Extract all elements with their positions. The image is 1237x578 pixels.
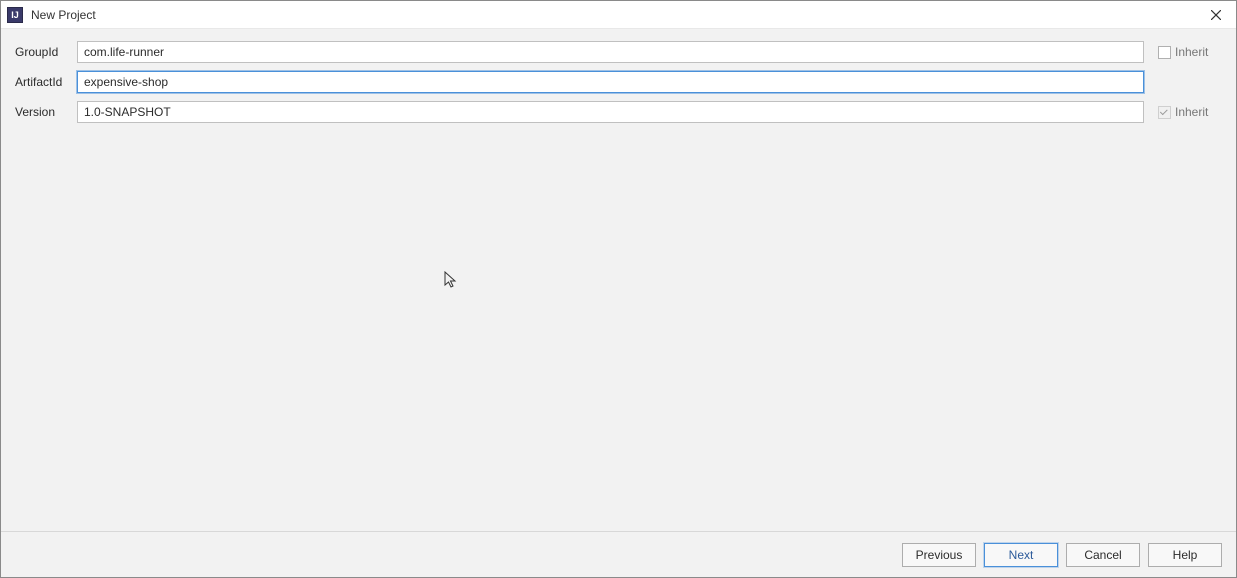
version-row: Version Inherit [15,101,1222,123]
groupid-row: GroupId Inherit [15,41,1222,63]
title-bar: IJ New Project [1,1,1236,29]
groupid-input[interactable] [77,41,1144,63]
version-inherit: Inherit [1158,105,1222,119]
version-input[interactable] [77,101,1144,123]
groupid-inherit-checkbox[interactable] [1158,46,1171,59]
button-bar: Previous Next Cancel Help [1,531,1236,577]
version-inherit-label: Inherit [1175,105,1208,119]
groupid-inherit-label: Inherit [1175,45,1208,59]
close-icon [1211,10,1221,20]
next-button[interactable]: Next [984,543,1058,567]
cancel-button[interactable]: Cancel [1066,543,1140,567]
artifactid-label: ArtifactId [15,75,77,89]
version-inherit-checkbox [1158,106,1171,119]
artifactid-row: ArtifactId x [15,71,1222,93]
close-button[interactable] [1204,3,1228,27]
window-title: New Project [31,8,1204,22]
previous-button[interactable]: Previous [902,543,976,567]
artifactid-input[interactable] [77,71,1144,93]
intellij-icon: IJ [7,7,23,23]
version-label: Version [15,105,77,119]
dialog-content: GroupId Inherit ArtifactId x Version Inh… [1,29,1236,531]
help-button[interactable]: Help [1148,543,1222,567]
groupid-label: GroupId [15,45,77,59]
groupid-inherit[interactable]: Inherit [1158,45,1222,59]
